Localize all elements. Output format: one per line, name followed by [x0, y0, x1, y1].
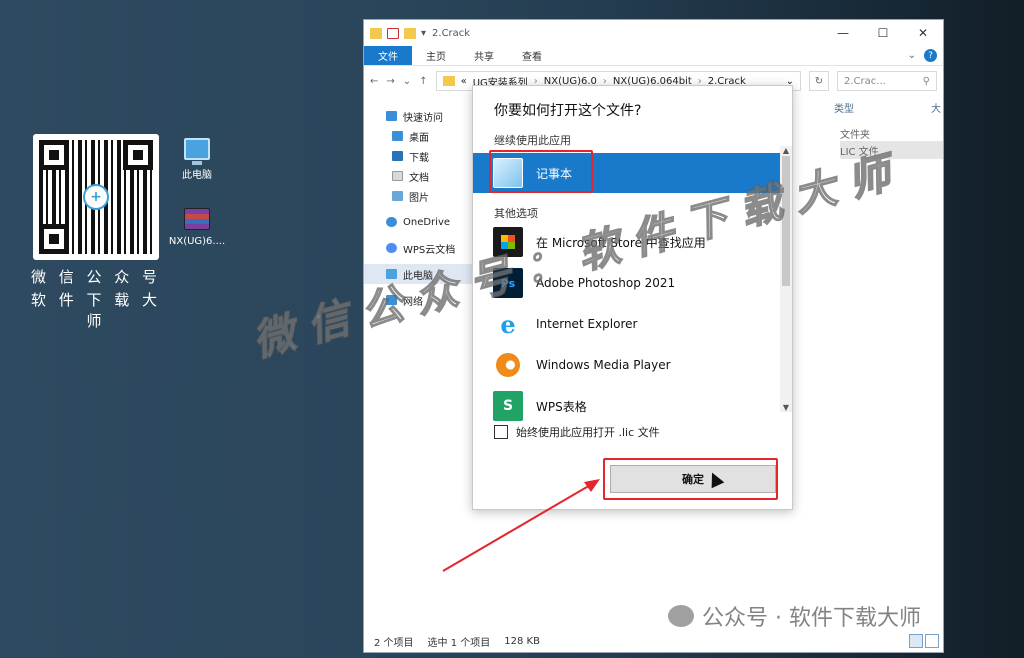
wechat-icon [668, 605, 694, 627]
watermark-bottom: 公众号 · 软件下载大师 [668, 600, 921, 632]
annotation-arrow [442, 479, 600, 572]
watermark-bottom-text: 公众号 · 软件下载大师 [702, 606, 921, 631]
arrow-head [584, 479, 600, 492]
arrow-shaft [442, 483, 593, 572]
